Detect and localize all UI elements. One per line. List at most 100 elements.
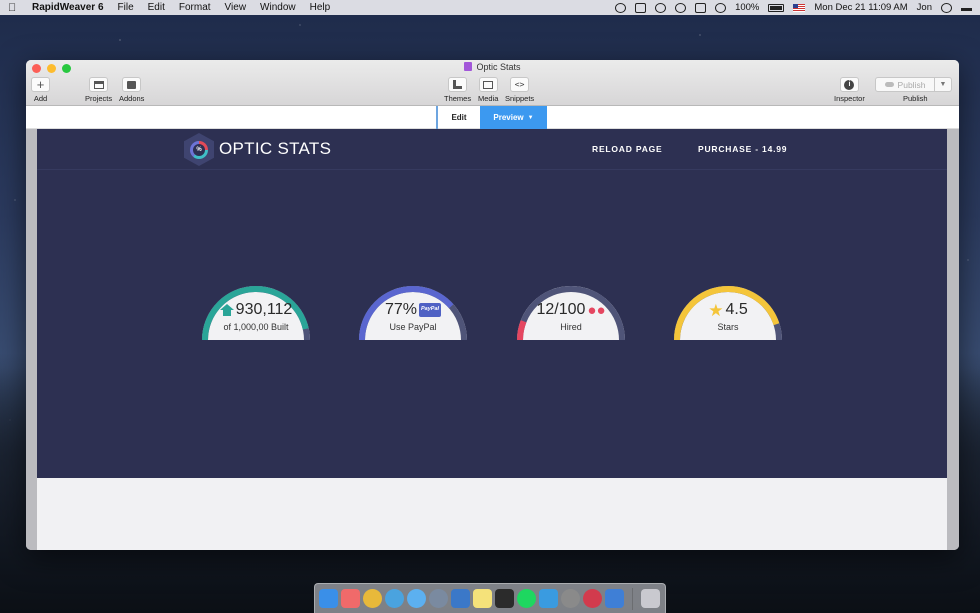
gauge-label: Hired bbox=[560, 322, 582, 332]
chevron-down-icon: ▼ bbox=[939, 81, 947, 88]
gauge-value: 4.5 bbox=[725, 301, 748, 318]
site-title[interactable]: OPTIC STATS bbox=[219, 139, 331, 159]
info-icon: i bbox=[844, 79, 855, 90]
creative-cloud-icon[interactable] bbox=[655, 2, 667, 13]
airmail-icon[interactable] bbox=[583, 589, 602, 608]
dock-separator bbox=[632, 587, 633, 610]
star-icon: ★ bbox=[708, 300, 724, 320]
gauge-value: 930,112 bbox=[235, 301, 293, 318]
site-page: % OPTIC STATS RELOAD PAGE PURCHASE - 14.… bbox=[37, 129, 947, 550]
trash-icon[interactable] bbox=[641, 589, 660, 608]
system-preferences-icon[interactable] bbox=[561, 589, 580, 608]
media-label: Media bbox=[478, 94, 499, 103]
themes-icon bbox=[453, 80, 463, 89]
plus-icon: + bbox=[36, 77, 45, 92]
themes-label: Themes bbox=[444, 94, 472, 103]
gauge-label: Use PayPal bbox=[389, 322, 437, 332]
xcode-icon[interactable] bbox=[539, 589, 558, 608]
gauge-label: of 1,000,00 Built bbox=[223, 322, 289, 332]
spotlight-icon[interactable] bbox=[941, 2, 952, 13]
rapidweaver-icon[interactable] bbox=[605, 589, 624, 608]
apple-icon[interactable]:  bbox=[8, 2, 22, 14]
menu-view[interactable]: View bbox=[225, 2, 247, 13]
clock[interactable]: Mon Dec 21 11:09 AM bbox=[814, 2, 907, 13]
dropbox-icon[interactable] bbox=[695, 2, 707, 13]
display-icon[interactable] bbox=[635, 2, 647, 13]
projects-label: Projects bbox=[85, 94, 113, 103]
home-icon bbox=[219, 304, 234, 316]
preview-mode-tab[interactable]: Preview ▼ bbox=[480, 106, 547, 129]
notification-center-icon[interactable] bbox=[961, 7, 972, 11]
themes-button[interactable]: Themes bbox=[444, 77, 471, 103]
battery-percent[interactable]: 100% bbox=[735, 2, 759, 13]
gauge-paypal: 77% PayPal Use PayPal bbox=[355, 280, 471, 340]
finder-icon[interactable] bbox=[319, 589, 338, 608]
battery-icon[interactable] bbox=[768, 3, 785, 12]
menu-format[interactable]: Format bbox=[179, 2, 211, 13]
chevron-down-icon: ▼ bbox=[527, 114, 534, 121]
menu-edit[interactable]: Edit bbox=[148, 2, 165, 13]
window-title: Optic Stats bbox=[26, 62, 959, 72]
preview-area: % OPTIC STATS RELOAD PAGE PURCHASE - 14.… bbox=[26, 129, 959, 550]
asana-icon[interactable] bbox=[341, 589, 360, 608]
spotify-icon[interactable] bbox=[517, 589, 536, 608]
photo-icon bbox=[483, 80, 494, 89]
wifi-icon[interactable] bbox=[715, 2, 727, 13]
purchase-link[interactable]: PURCHASE - 14.99 bbox=[698, 144, 787, 154]
gauge-label: Stars bbox=[717, 322, 739, 332]
gauge-stars: ★ 4.5 Stars bbox=[670, 280, 786, 340]
1password-icon[interactable] bbox=[451, 589, 470, 608]
status-area: 100% Mon Dec 21 11:09 AM Jon bbox=[615, 2, 972, 13]
flag-icon[interactable] bbox=[793, 3, 806, 12]
gauge-hired: 12/100 ●● Hired bbox=[513, 280, 629, 340]
add-label: Add bbox=[33, 94, 48, 103]
menu-bar:  RapidWeaver 6 File Edit Format View Wi… bbox=[0, 0, 980, 15]
media-button[interactable]: Media bbox=[478, 77, 498, 103]
menu-window[interactable]: Window bbox=[260, 2, 296, 13]
user-name[interactable]: Jon bbox=[917, 2, 932, 13]
menu-help[interactable]: Help bbox=[310, 2, 331, 13]
add-button[interactable]: + Add bbox=[31, 77, 50, 103]
chrome-icon[interactable] bbox=[363, 589, 382, 608]
extras-icon[interactable] bbox=[615, 2, 627, 13]
menu-app-name[interactable]: RapidWeaver 6 bbox=[32, 2, 104, 13]
snippets-label: Snippets bbox=[505, 94, 535, 103]
inspector-button[interactable]: i Inspector bbox=[834, 77, 865, 103]
addons-label: Addons bbox=[119, 94, 145, 103]
paypal-icon: PayPal bbox=[418, 303, 442, 317]
addons-button[interactable]: Addons bbox=[119, 77, 144, 103]
publish-control: Publish ▼ bbox=[875, 77, 952, 92]
publish-menu-button[interactable]: ▼ bbox=[935, 77, 952, 92]
publish-button[interactable]: Publish bbox=[875, 77, 935, 92]
window-title-text: Optic Stats bbox=[476, 62, 521, 72]
dock bbox=[314, 583, 666, 613]
publish-label: Publish bbox=[903, 94, 928, 103]
menu-file[interactable]: File bbox=[118, 2, 134, 13]
document-icon bbox=[464, 62, 473, 71]
cloud-icon bbox=[884, 82, 894, 87]
gauge-value: 12/100 bbox=[536, 301, 586, 318]
notes-icon[interactable] bbox=[473, 589, 492, 608]
publish-button-label: Publish bbox=[897, 79, 926, 90]
launchpad-icon[interactable] bbox=[429, 589, 448, 608]
tweetbot-icon[interactable] bbox=[385, 589, 404, 608]
projects-button[interactable]: Projects bbox=[85, 77, 112, 103]
tweetbot-icon[interactable] bbox=[675, 2, 687, 13]
site-nav: % OPTIC STATS RELOAD PAGE PURCHASE - 14.… bbox=[37, 129, 947, 170]
preview-label: Preview bbox=[493, 113, 524, 122]
site-hero: % OPTIC STATS RELOAD PAGE PURCHASE - 14.… bbox=[37, 129, 947, 478]
terminal-icon[interactable] bbox=[495, 589, 514, 608]
edit-mode-tab[interactable]: Edit bbox=[436, 106, 480, 129]
users-icon: ●● bbox=[587, 301, 606, 319]
messages-icon[interactable] bbox=[407, 589, 426, 608]
gauge-built: 930,112 of 1,000,00 Built bbox=[198, 280, 314, 340]
puzzle-icon bbox=[127, 80, 137, 89]
logo-glyph: % bbox=[193, 143, 205, 156]
projects-icon bbox=[93, 80, 104, 89]
reload-page-link[interactable]: RELOAD PAGE bbox=[592, 144, 663, 154]
title-bar: Optic Stats + Add Projects Addons Themes… bbox=[26, 60, 959, 106]
inspector-label: Inspector bbox=[834, 94, 865, 103]
gauge-value: 77% bbox=[384, 301, 417, 318]
snippets-button[interactable]: <> Snippets bbox=[505, 77, 534, 103]
site-logo-icon[interactable]: % bbox=[184, 133, 214, 166]
